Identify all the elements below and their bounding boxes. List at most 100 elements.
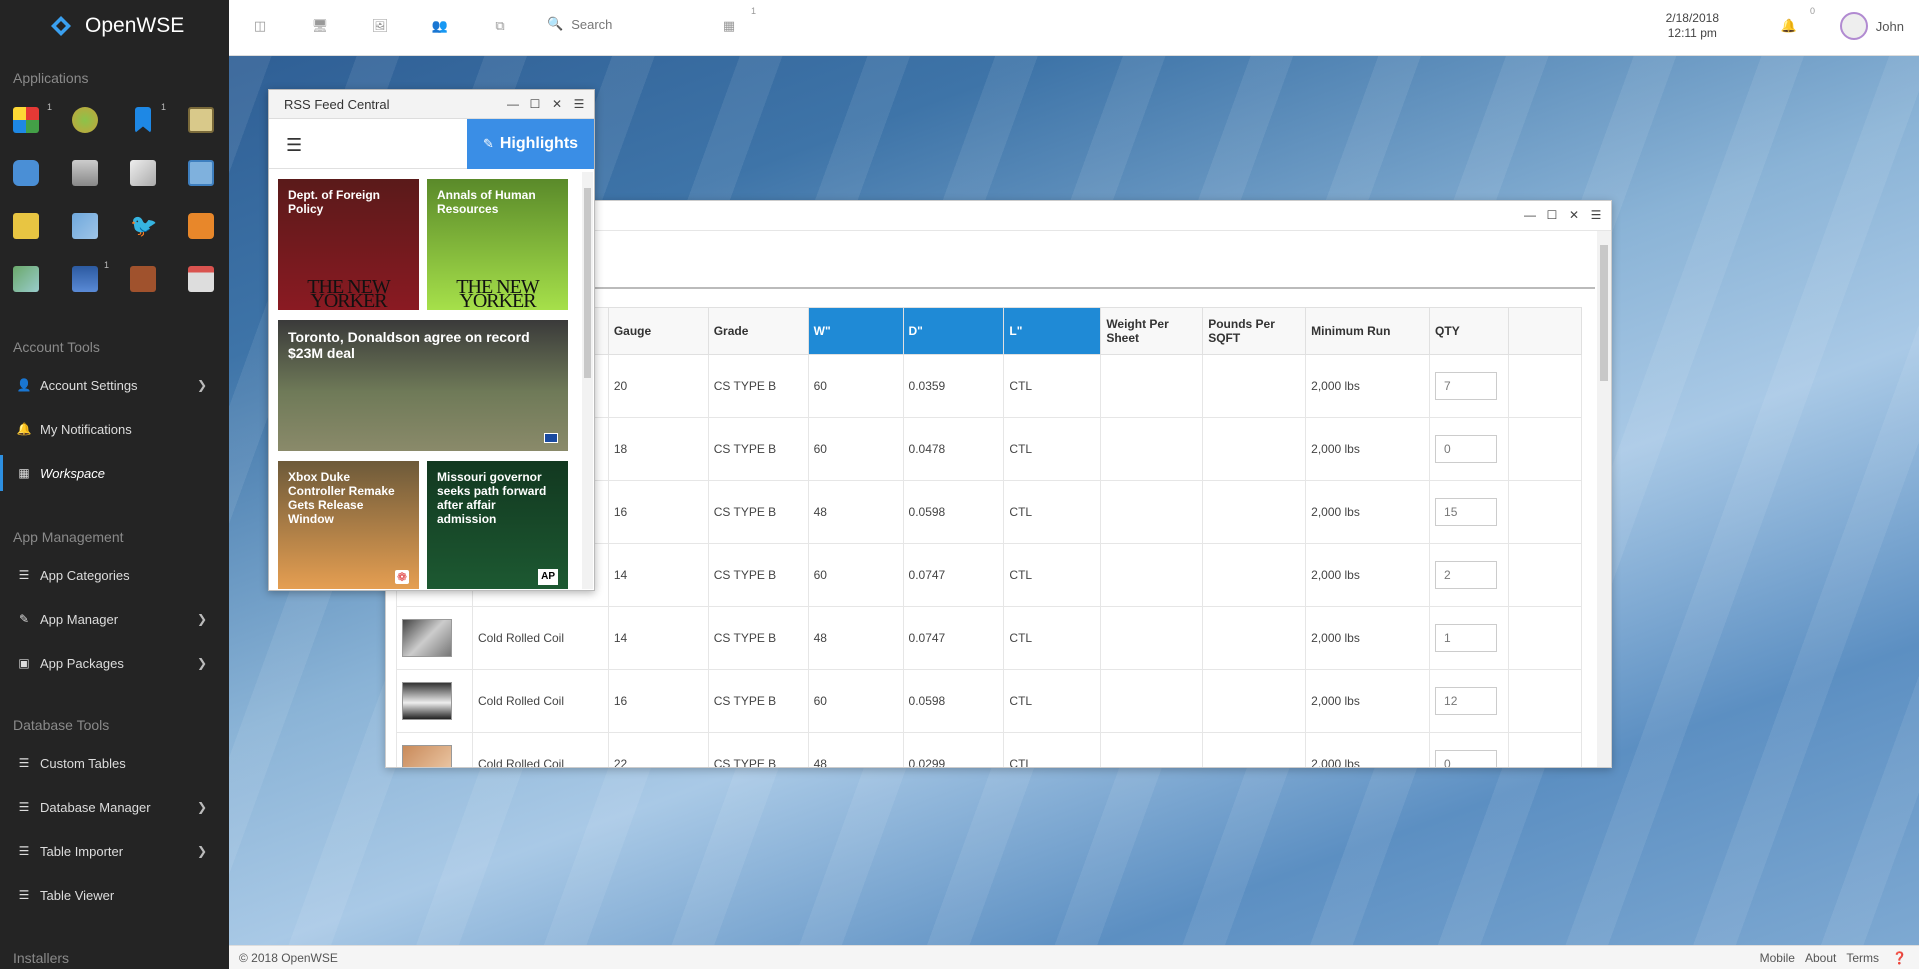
feed-card[interactable]: Toronto, Donaldson agree on record $23M … [278, 320, 568, 451]
maximize-icon[interactable]: ☐ [1545, 208, 1559, 222]
width-cell: 60 [807, 417, 904, 481]
edit-app-icon[interactable] [130, 160, 156, 186]
map-app-icon[interactable] [13, 266, 39, 292]
width-cell: 60 [807, 543, 904, 607]
bell-icon[interactable]: 🔔 [1780, 17, 1798, 35]
sidebar-item-workspace[interactable]: ▦ Workspace [0, 455, 229, 491]
grade-cell: CS TYPE B [707, 669, 809, 733]
sidebar-item-custom-tables[interactable]: ☰ Custom Tables [0, 745, 229, 781]
sidebar-item-label: Custom Tables [40, 755, 126, 771]
schedule-app-icon[interactable] [188, 266, 214, 292]
app-management-section-title: App Management [13, 529, 124, 545]
qty-input[interactable] [1435, 561, 1498, 589]
column-header-gauge[interactable]: Gauge [607, 307, 709, 355]
sidebar-item-app-packages[interactable]: ▣ App Packages ❯ [0, 645, 229, 681]
desktop-icon[interactable]: 🖥 [311, 17, 329, 35]
notepad-app-icon[interactable] [188, 107, 214, 133]
brand[interactable]: OpenWSE [0, 0, 229, 52]
highlights-button[interactable]: ✎ Highlights [467, 119, 594, 169]
apps-badge: 1 [751, 6, 757, 16]
twitter-app-icon[interactable]: 🐦 [130, 213, 157, 239]
column-header-pounds-per-sqft[interactable]: Pounds Per SQFT [1202, 307, 1307, 355]
qty-input[interactable] [1435, 372, 1498, 400]
minimize-icon[interactable]: — [506, 97, 520, 111]
column-header-minimum-run[interactable]: Minimum Run [1305, 307, 1431, 355]
qty-input[interactable] [1435, 624, 1498, 652]
minimum-run-cell: 2,000 lbs [1305, 417, 1431, 481]
qty-input[interactable] [1435, 498, 1498, 526]
close-icon[interactable]: ✕ [550, 97, 564, 111]
app-launcher-icon[interactable] [13, 107, 39, 133]
feed-card[interactable]: Missouri governor seeks path forward aft… [427, 461, 568, 589]
chat-app-icon[interactable] [13, 160, 39, 186]
qty-input[interactable] [1435, 687, 1498, 715]
windows-icon[interactable]: ⧉ [491, 17, 509, 35]
calendar-app-icon[interactable] [188, 160, 214, 186]
gauge-cell: 22 [607, 732, 709, 767]
applications-section-title: Applications [13, 70, 89, 86]
column-header-grade[interactable]: Grade [707, 307, 809, 355]
column-header-length[interactable]: L" [1003, 307, 1102, 355]
scrollbar-thumb[interactable] [584, 188, 591, 378]
product-cell: Cold Rolled Coil [471, 669, 609, 733]
image-icon[interactable]: 🖼 [371, 17, 389, 35]
feed-source: THE NEW YORKER [307, 276, 390, 310]
menu-icon[interactable]: ☰ [572, 97, 586, 111]
window-titlebar[interactable]: RSS Feed Central — ☐ ✕ ☰ [269, 90, 594, 119]
menu-icon[interactable]: ☰ [1589, 208, 1603, 222]
drive-app-icon[interactable] [72, 160, 98, 186]
rss-scrollbar[interactable] [582, 172, 593, 589]
sidebar-item-label: Table Viewer [40, 887, 115, 903]
sidebar-item-app-manager[interactable]: ✎ App Manager ❯ [0, 601, 229, 637]
weather-app-icon[interactable] [188, 213, 214, 239]
feed-card[interactable]: Dept. of Foreign Policy THE NEW YORKER [278, 179, 419, 310]
sidebar-item-table-importer[interactable]: ☰ Table Importer ❯ [0, 833, 229, 869]
scrollbar-thumb[interactable] [1600, 245, 1608, 381]
hamburger-menu-icon[interactable]: ☰ [286, 135, 302, 156]
users-icon[interactable]: 👥 [431, 17, 449, 35]
footer-link-terms[interactable]: Terms [1846, 951, 1879, 965]
footer-link-about[interactable]: About [1805, 951, 1836, 965]
footer-link-mobile[interactable]: Mobile [1760, 951, 1795, 965]
sidebar-item-label: Account Settings [40, 377, 138, 393]
column-header-weight-per-sheet[interactable]: Weight Per Sheet [1100, 307, 1204, 355]
help-icon[interactable]: ❓ [1892, 951, 1907, 965]
vertical-scrollbar[interactable] [1597, 231, 1611, 767]
qty-input[interactable] [1435, 750, 1498, 767]
sidebar-item-app-categories[interactable]: ☰ App Categories [0, 557, 229, 593]
pounds-per-sqft-cell [1202, 669, 1307, 733]
globe-app-icon[interactable] [72, 107, 98, 133]
sidebar-item-my-notifications[interactable]: 🔔 My Notifications [0, 411, 229, 447]
search-input[interactable]: Search [571, 17, 612, 32]
window-title: RSS Feed Central [284, 97, 390, 112]
search-box[interactable]: 🔍 Search [547, 16, 612, 32]
product-thumbnail [402, 619, 452, 657]
length-cell: CTL [1003, 480, 1102, 544]
column-header-depth[interactable]: D" [902, 307, 1005, 355]
pounds-per-sqft-cell [1202, 732, 1307, 767]
table-row: Cold Rolled Coil 14 CS TYPE B 48 0.0747 … [396, 606, 1582, 670]
pounds-per-sqft-cell [1202, 543, 1307, 607]
database-app-icon[interactable] [72, 266, 98, 292]
apps-grid-icon[interactable]: ▦ [720, 17, 738, 35]
close-icon[interactable]: ✕ [1567, 208, 1581, 222]
wallet-app-icon[interactable] [130, 266, 156, 292]
qty-input[interactable] [1435, 435, 1498, 463]
image-app-icon[interactable] [72, 213, 98, 239]
column-header-width[interactable]: W" [807, 307, 904, 355]
product-thumbnail [402, 745, 452, 767]
bookmark-app-icon[interactable] [135, 107, 151, 133]
feed-source: AP [538, 569, 558, 585]
sidebar-item-database-manager[interactable]: ☰ Database Manager ❯ [0, 789, 229, 825]
minimize-icon[interactable]: — [1523, 208, 1537, 222]
sticky-note-app-icon[interactable] [13, 213, 39, 239]
sidebar-toggle-icon[interactable]: ◫ [251, 17, 269, 35]
sidebar-item-table-viewer[interactable]: ☰ Table Viewer [0, 877, 229, 913]
user-menu[interactable]: John [1839, 12, 1904, 40]
feed-card[interactable]: Xbox Duke Controller Remake Gets Release… [278, 461, 419, 589]
column-header-qty[interactable]: QTY [1429, 307, 1510, 355]
sidebar-item-label: Database Manager [40, 799, 151, 815]
maximize-icon[interactable]: ☐ [528, 97, 542, 111]
feed-card[interactable]: Annals of Human Resources THE NEW YORKER [427, 179, 568, 310]
sidebar-item-account-settings[interactable]: 👤 Account Settings ❯ [0, 367, 229, 403]
